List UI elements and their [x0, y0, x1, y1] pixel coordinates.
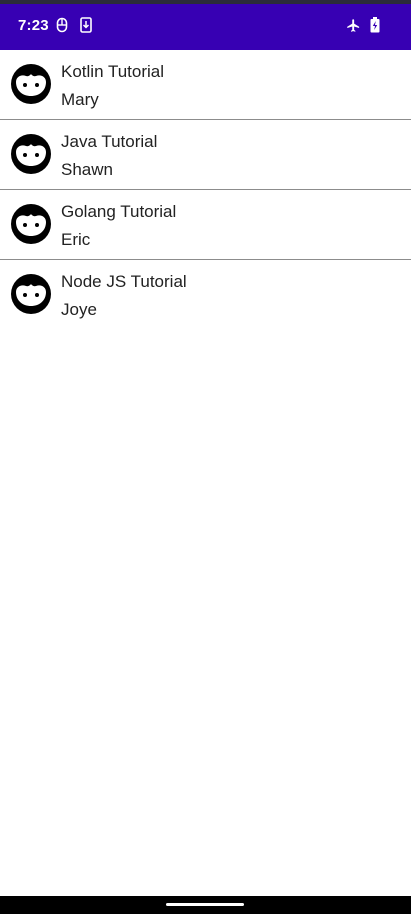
face-avatar-icon: [10, 63, 52, 105]
tutorial-title: Java Tutorial: [61, 132, 158, 151]
tutorial-title: Golang Tutorial: [61, 202, 177, 221]
tutorial-author: Eric: [61, 230, 91, 249]
tutorial-author: Mary: [61, 90, 99, 109]
airplane-mode-icon: [346, 18, 361, 38]
tutorial-title: Node JS Tutorial: [61, 272, 187, 291]
home-gesture-handle[interactable]: [166, 903, 244, 906]
notification-icon: [56, 17, 68, 38]
status-bar: 7:23: [0, 0, 411, 50]
list-item[interactable]: Node JS Tutorial Joye: [0, 260, 411, 329]
status-time: 7:23: [18, 17, 49, 34]
list-item[interactable]: Java Tutorial Shawn: [0, 120, 411, 190]
tutorial-author: Shawn: [61, 160, 113, 179]
face-avatar-icon: [10, 273, 52, 315]
list-item[interactable]: Golang Tutorial Eric: [0, 190, 411, 260]
download-icon: [80, 17, 92, 38]
navigation-bar: [0, 896, 411, 914]
face-avatar-icon: [10, 203, 52, 245]
tutorial-title: Kotlin Tutorial: [61, 62, 164, 81]
tutorial-list: Kotlin Tutorial Mary Java Tutorial Shawn…: [0, 50, 411, 329]
list-item[interactable]: Kotlin Tutorial Mary: [0, 50, 411, 120]
tutorial-author: Joye: [61, 300, 97, 319]
face-avatar-icon: [10, 133, 52, 175]
battery-charging-icon: [370, 17, 380, 38]
